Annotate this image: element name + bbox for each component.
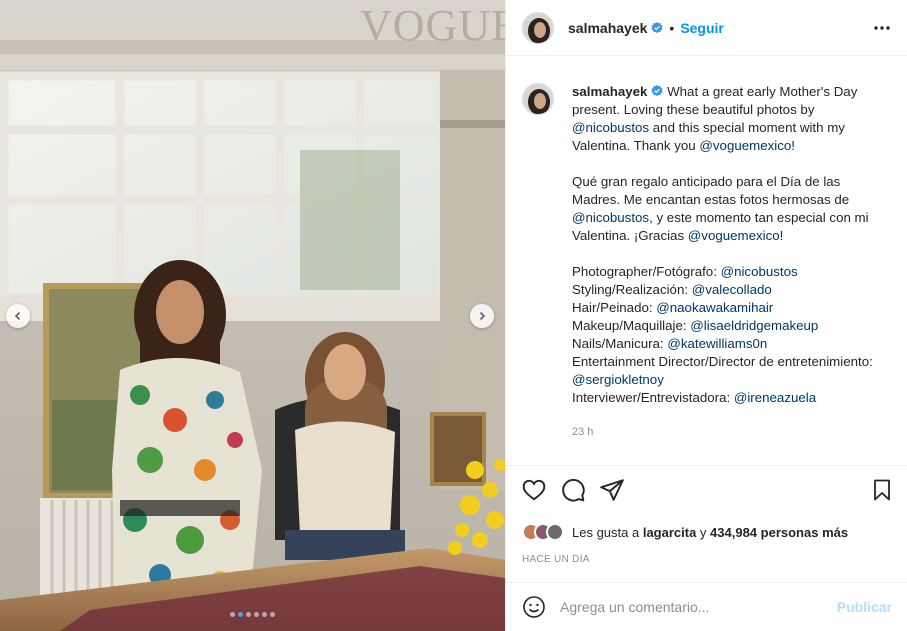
- likes-middle: y: [696, 524, 711, 540]
- post-media[interactable]: VOGUE: [0, 0, 505, 631]
- mention-link[interactable]: @nicobustos: [572, 210, 649, 225]
- post-header: salmahayek • Seguir: [506, 0, 907, 56]
- mention-link[interactable]: @lisaeldridgemakeup: [690, 318, 818, 333]
- credit-label: Styling/Realización:: [572, 282, 692, 297]
- credit-label: Interviewer/Entrevistadora:: [572, 390, 734, 405]
- liker-avatar: [546, 523, 564, 541]
- slide-dot: [230, 612, 235, 617]
- credit-line: Entertainment Director/Director de entre…: [572, 353, 892, 389]
- slide-dot: [262, 612, 267, 617]
- mention-link[interactable]: @nicobustos: [721, 264, 798, 279]
- chevron-left-icon: [14, 311, 21, 321]
- caption-scroll-area[interactable]: salmahayek What a great early Mother's D…: [506, 57, 907, 466]
- verified-badge-icon: [651, 21, 663, 33]
- caption-timestamp[interactable]: 23 h: [572, 423, 892, 441]
- credit-line: Hair/Peinado: @naokawakamihair: [572, 299, 892, 317]
- caption-username[interactable]: salmahayek: [572, 84, 647, 99]
- verified-badge-icon: [651, 85, 663, 97]
- profile-photo: [523, 12, 553, 43]
- caption: salmahayek What a great early Mother's D…: [506, 57, 907, 441]
- header-separator: •: [669, 19, 675, 36]
- username-link[interactable]: salmahayek: [568, 20, 647, 36]
- follow-button[interactable]: Seguir: [680, 20, 724, 36]
- slide-indicator: [0, 612, 505, 617]
- post-actions-bar: [506, 476, 907, 510]
- credit-label: Photographer/Fotógrafo:: [572, 264, 721, 279]
- mention-link[interactable]: @ireneazuela: [734, 390, 816, 405]
- likes-summary: Les gusta a lagarcita y 434,984 personas…: [522, 523, 848, 541]
- comment-bar: Publicar: [506, 582, 907, 631]
- credit-line: Interviewer/Entrevistadora: @ireneazuela: [572, 389, 892, 407]
- liker-username[interactable]: lagarcita: [643, 525, 696, 540]
- slide-dot: [246, 612, 251, 617]
- mention-link[interactable]: @nicobustos: [572, 120, 649, 135]
- credit-label: Entertainment Director/Director de entre…: [572, 354, 873, 369]
- emoji-icon[interactable]: [522, 595, 546, 619]
- avatar[interactable]: [522, 11, 554, 44]
- likes-prefix: Les gusta a: [572, 524, 643, 540]
- post-date[interactable]: HACE UN DÍA: [522, 554, 590, 565]
- caption-text-segment: Qué gran regalo anticipado para el Día d…: [572, 174, 850, 207]
- paper-plane-icon: [600, 479, 624, 501]
- caption-paragraph-es: Qué gran regalo anticipado para el Día d…: [572, 173, 892, 245]
- next-slide-button[interactable]: [470, 304, 494, 328]
- mention-link[interactable]: @voguemexico: [688, 228, 780, 243]
- credit-line: Photographer/Fotógrafo: @nicobustos: [572, 263, 892, 281]
- heart-icon: [522, 479, 546, 501]
- bookmark-icon: [874, 479, 890, 501]
- more-options-button[interactable]: [872, 18, 892, 43]
- share-button[interactable]: [598, 476, 626, 504]
- save-button[interactable]: [868, 476, 896, 504]
- slide-dot: [270, 612, 275, 617]
- more-horizontal-icon: [874, 26, 890, 30]
- chevron-right-icon: [479, 311, 486, 321]
- credit-line: Makeup/Maquillaje: @lisaeldridgemakeup: [572, 317, 892, 335]
- credit-label: Makeup/Maquillaje:: [572, 318, 691, 333]
- likes-text[interactable]: Les gusta a lagarcita y 434,984 personas…: [572, 525, 848, 540]
- previous-slide-button[interactable]: [6, 304, 30, 328]
- avatar[interactable]: [522, 83, 554, 115]
- caption-text: salmahayek What a great early Mother's D…: [572, 83, 892, 441]
- caption-paragraph-en: salmahayek What a great early Mother's D…: [572, 83, 892, 155]
- post-side-panel: salmahayek • Seguir salmahayek What a gr…: [505, 0, 907, 631]
- mention-link[interactable]: @valecollado: [692, 282, 772, 297]
- comment-input[interactable]: [560, 599, 837, 615]
- publish-button[interactable]: Publicar: [837, 599, 892, 615]
- comment-icon: [562, 478, 585, 502]
- post-dialog: VOGUE salmahayek • Seguir salmahayek Wha…: [0, 0, 907, 631]
- mention-link[interactable]: @katewilliams0n: [667, 336, 767, 351]
- mention-link[interactable]: @sergiokletnoy: [572, 372, 664, 387]
- caption-text-segment: !: [779, 228, 784, 243]
- mention-link[interactable]: @naokawakamihair: [656, 300, 773, 315]
- comment-button[interactable]: [559, 476, 587, 504]
- mention-link[interactable]: @voguemexico: [699, 138, 791, 153]
- credit-label: Nails/Manicura:: [572, 336, 668, 351]
- slide-dot: [254, 612, 259, 617]
- credit-line: Styling/Realización: @valecollado: [572, 281, 892, 299]
- profile-photo: [523, 84, 553, 114]
- like-button[interactable]: [520, 476, 548, 504]
- slide-dot-active: [238, 612, 243, 617]
- likes-count[interactable]: 434,984 personas más: [710, 525, 848, 540]
- credit-label: Hair/Peinado:: [572, 300, 657, 315]
- caption-text-segment: !: [791, 138, 795, 153]
- post-photo: [0, 0, 505, 631]
- credit-line: Nails/Manicura: @katewilliams0n: [572, 335, 892, 353]
- vogue-watermark: VOGUE: [360, 1, 505, 50]
